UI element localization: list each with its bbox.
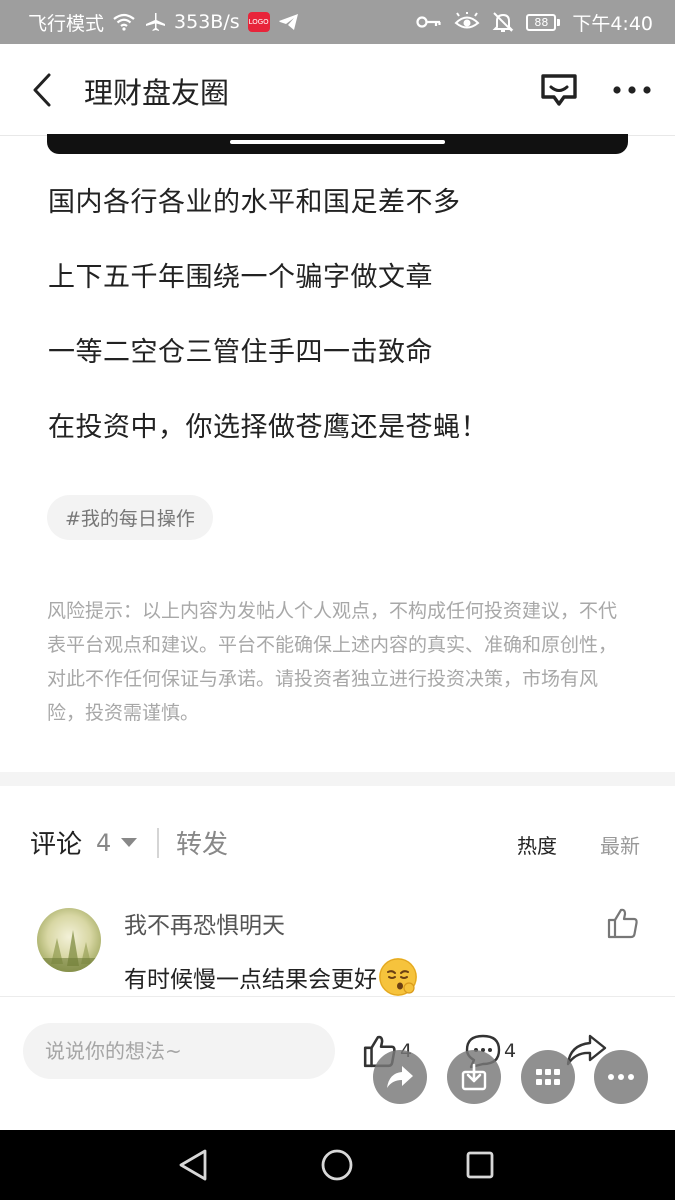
more-dots-icon xyxy=(613,86,651,94)
sort-hot[interactable]: 热度 xyxy=(517,830,557,859)
more-dots-icon xyxy=(608,1074,634,1080)
app-badge-icon: LOGO xyxy=(247,12,270,32)
tab-comments-label: 评论 xyxy=(30,830,83,860)
comment-like-button[interactable] xyxy=(606,906,640,940)
bottom-action-bar: 4 4 xyxy=(0,996,675,1130)
sort-new[interactable]: 最新 xyxy=(600,830,640,859)
circle-home-icon xyxy=(321,1149,353,1181)
post-image[interactable] xyxy=(47,134,628,154)
grid-icon xyxy=(536,1069,560,1085)
comment-username[interactable]: 我不再恐惧明天 xyxy=(124,906,285,940)
chevron-left-icon xyxy=(33,73,51,107)
tab-forward[interactable]: 转发 xyxy=(176,824,228,861)
battery-level: 88 xyxy=(526,13,557,31)
comment-body: 有时候慢一点结果会更好 xyxy=(124,958,417,996)
network-speed: 353B/s xyxy=(174,11,240,33)
post-line-4: 在投资中，你选择做苍鹰还是苍蝇！ xyxy=(48,412,488,443)
mute-bell-icon xyxy=(492,11,514,33)
thumbs-up-icon xyxy=(607,908,638,939)
section-divider xyxy=(0,772,675,786)
airplane-icon xyxy=(144,12,166,32)
chat-bubble-icon xyxy=(541,74,577,106)
header: 理财盘友圈 xyxy=(0,44,675,136)
page-title: 理财盘友圈 xyxy=(84,76,230,110)
wifi-icon xyxy=(112,12,136,32)
image-indicator xyxy=(230,140,445,144)
airplane-mode-label: 飞行模式 xyxy=(28,12,105,35)
fab-more-button[interactable] xyxy=(594,1050,648,1104)
chat-button[interactable] xyxy=(538,70,580,110)
nav-home-button[interactable] xyxy=(318,1146,356,1184)
triangle-back-icon xyxy=(179,1149,207,1181)
share-arrow-icon xyxy=(387,1066,413,1088)
risk-notice: 风险提示：以上内容为发帖人个人观点，不构成任何投资建议，不代表平台观点和建议。平… xyxy=(47,600,618,724)
caret-down-icon xyxy=(121,838,138,847)
more-button[interactable] xyxy=(608,70,656,110)
comment-text: 有时候慢一点结果会更好 xyxy=(124,967,377,993)
back-button[interactable] xyxy=(24,68,60,112)
download-icon xyxy=(461,1063,487,1091)
clock: 下午4:40 xyxy=(572,12,653,35)
topic-tag[interactable]: #我的每日操作 xyxy=(47,495,213,540)
post-line-1: 国内各行各业的水平和国足差不多 xyxy=(48,187,461,218)
post-line-2: 上下五千年围绕一个骗字做文章 xyxy=(48,262,433,293)
square-recents-icon xyxy=(466,1151,494,1179)
post-line-3: 一等二空仓三管住手四一击致命 xyxy=(48,337,433,368)
fab-grid-button[interactable] xyxy=(521,1050,575,1104)
comment-count-bottom: 4 xyxy=(504,1040,517,1062)
pensive-face-emoji-icon xyxy=(379,958,417,996)
eye-icon xyxy=(454,12,480,32)
comment-count: 4 xyxy=(96,828,112,857)
telegram-icon xyxy=(278,12,300,32)
status-bar: 飞行模式 353B/s LOGO 88 下午4:40 xyxy=(0,0,675,44)
key-icon xyxy=(416,14,442,30)
battery-icon: 88 xyxy=(526,13,561,31)
tab-comments[interactable]: 评论 4 xyxy=(30,824,138,861)
fab-share-button[interactable] xyxy=(373,1050,427,1104)
nav-recents-button[interactable] xyxy=(461,1146,499,1184)
tab-separator xyxy=(157,828,159,858)
fab-download-button[interactable] xyxy=(447,1050,501,1104)
nav-back-button[interactable] xyxy=(174,1146,212,1184)
avatar[interactable] xyxy=(37,908,101,972)
comment-input[interactable] xyxy=(23,1023,335,1079)
system-nav-bar xyxy=(0,1130,675,1200)
